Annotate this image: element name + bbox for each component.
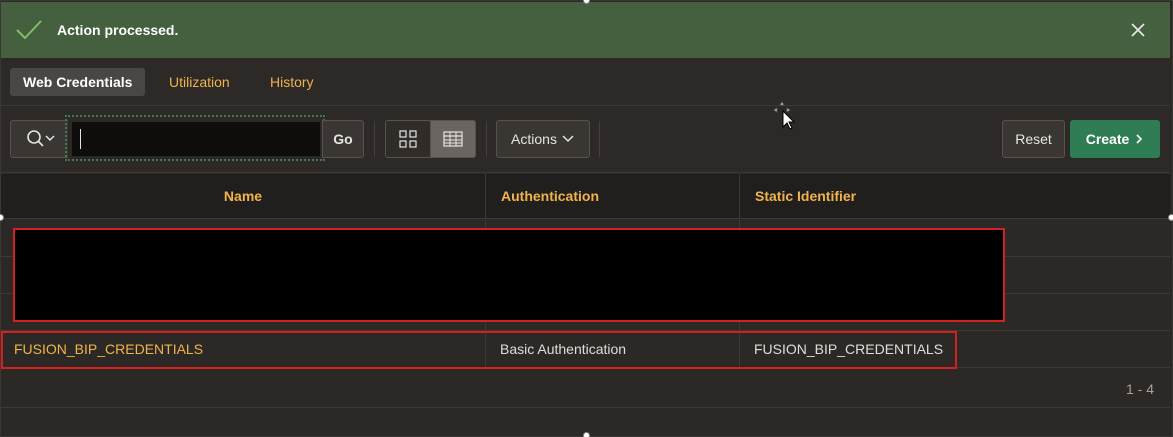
toolbar-separator bbox=[486, 121, 487, 157]
table-icon bbox=[443, 131, 463, 147]
report-toolbar: Go Actions Reset Create bbox=[1, 107, 1170, 173]
row-highlight-box bbox=[1, 331, 957, 369]
create-button[interactable]: Create bbox=[1070, 120, 1160, 158]
actions-menu-button[interactable]: Actions bbox=[496, 120, 590, 158]
success-banner: Action processed. bbox=[1, 2, 1170, 58]
icon-view-button[interactable] bbox=[385, 120, 431, 158]
close-icon[interactable] bbox=[1128, 20, 1148, 40]
search-input[interactable] bbox=[71, 121, 321, 157]
report-view-button[interactable] bbox=[430, 120, 476, 158]
footer-divider bbox=[1, 407, 1170, 408]
column-header-name[interactable]: Name bbox=[1, 174, 485, 219]
table-header: Name Authentication Static Identifier bbox=[1, 174, 1170, 219]
reset-button[interactable]: Reset bbox=[1002, 120, 1065, 158]
redacted-rows-overlay bbox=[13, 228, 1005, 322]
tab-utilization[interactable]: Utilization bbox=[156, 68, 243, 96]
toolbar-separator bbox=[374, 121, 375, 157]
go-button[interactable]: Go bbox=[322, 120, 364, 158]
actions-label: Actions bbox=[511, 131, 557, 147]
tab-history[interactable]: History bbox=[257, 68, 327, 96]
text-cursor bbox=[80, 129, 81, 149]
selection-handle[interactable] bbox=[1168, 214, 1173, 221]
chevron-down-icon bbox=[562, 135, 574, 143]
search-focus-ring bbox=[65, 115, 325, 161]
mouse-pointer-icon bbox=[773, 101, 795, 130]
search-column-button[interactable] bbox=[10, 120, 68, 158]
tab-web-credentials[interactable]: Web Credentials bbox=[10, 68, 146, 96]
search-icon bbox=[26, 130, 55, 147]
banner-message: Action processed. bbox=[57, 22, 179, 38]
column-header-authentication[interactable]: Authentication bbox=[485, 174, 739, 219]
table-footer: 1 - 4 bbox=[1, 369, 1170, 435]
selection-handle[interactable] bbox=[583, 432, 590, 437]
create-label: Create bbox=[1085, 131, 1130, 147]
toolbar-separator bbox=[599, 121, 600, 157]
tab-bar: Web Credentials Utilization History bbox=[1, 59, 1170, 106]
column-header-static-identifier[interactable]: Static Identifier bbox=[739, 174, 1170, 219]
grid-icon bbox=[399, 130, 417, 148]
pagination-range: 1 - 4 bbox=[1125, 381, 1154, 397]
chevron-right-icon bbox=[1136, 134, 1143, 144]
check-icon bbox=[16, 20, 42, 40]
